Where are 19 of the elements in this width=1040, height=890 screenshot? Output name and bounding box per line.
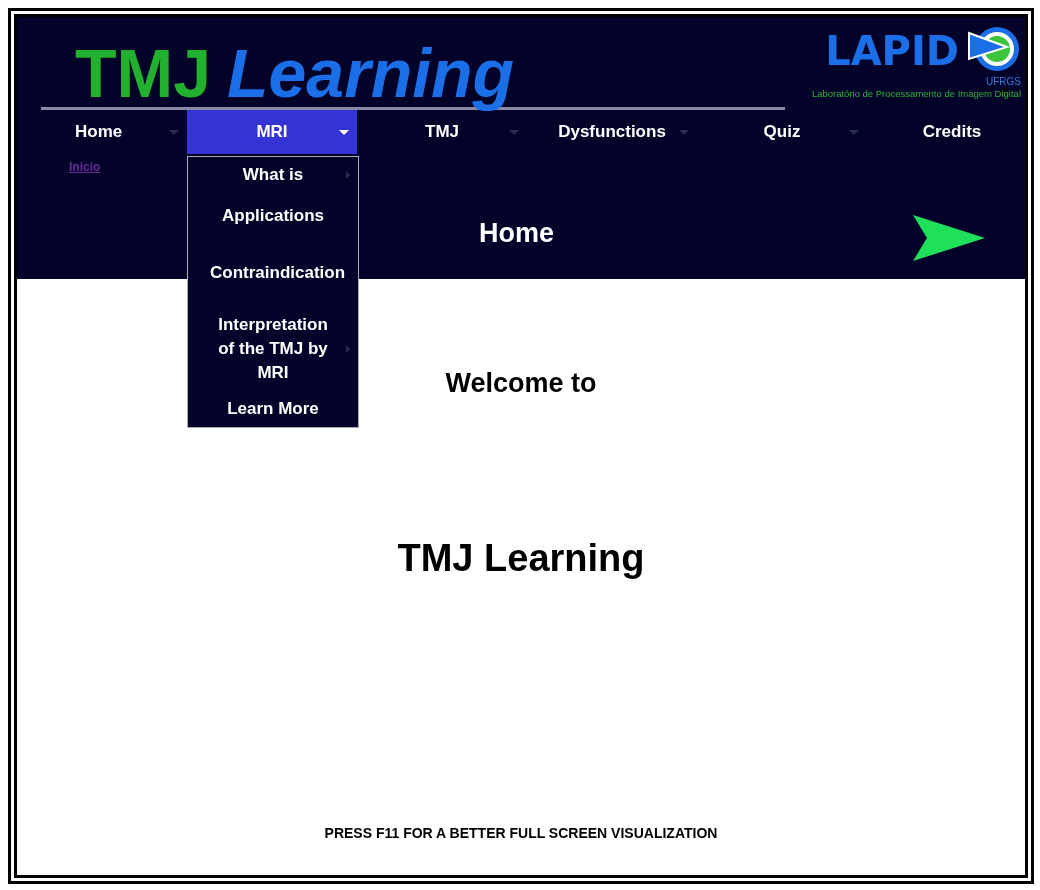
- welcome-text: Welcome to: [445, 367, 597, 400]
- menu-item[interactable]: Contraindication: [188, 238, 358, 307]
- logo-subtitle: Laboratório de Processamento de Imagem Digital: [811, 87, 1021, 101]
- nav-tab[interactable]: Credits: [867, 110, 1037, 154]
- menu-item[interactable]: Applications: [188, 192, 358, 239]
- nav-tab[interactable]: Dysfunctions: [527, 110, 697, 154]
- next-arrow-icon[interactable]: [913, 213, 985, 263]
- nav-tab[interactable]: MRI: [187, 110, 357, 154]
- fullscreen-note: PRESS F11 FOR A BETTER FULL SCREEN VISUALIZATION: [324, 823, 718, 843]
- page-title: Home: [479, 217, 554, 250]
- nav-tab[interactable]: Quiz: [697, 110, 867, 154]
- logo-text: LAPID: [825, 31, 959, 71]
- menu-item[interactable]: Learn More: [188, 390, 358, 427]
- logo-caption: UFRGS: [985, 77, 1021, 87]
- nav-tab[interactable]: TMJ: [357, 110, 527, 154]
- menu-item[interactable]: What is: [188, 157, 358, 193]
- main-heading: TMJ Learning: [397, 535, 645, 581]
- nav-tab[interactable]: Home: [57, 110, 187, 154]
- menu-item[interactable]: Interpretation of the TMJ by MRI: [188, 306, 358, 391]
